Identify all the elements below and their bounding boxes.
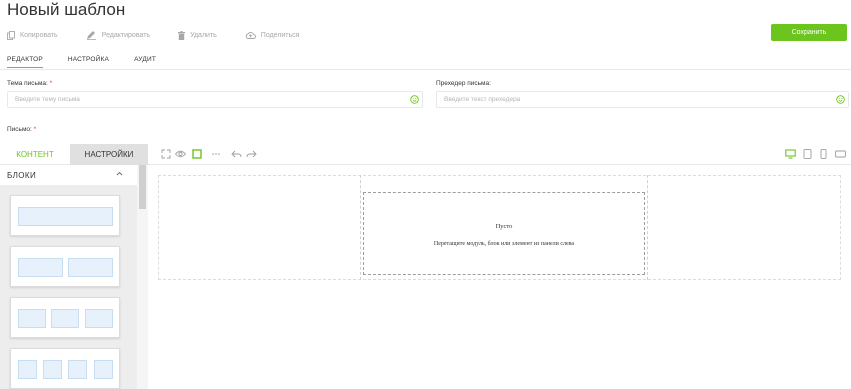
preheader-placeholder: Введите текст прехедера — [444, 96, 521, 103]
smile-icon[interactable] — [410, 95, 419, 104]
block-cell — [18, 309, 46, 328]
undo-icon[interactable] — [231, 149, 242, 159]
editor-toolbar — [148, 144, 851, 165]
subject-label-text: Тема письма: — [7, 80, 48, 87]
block-cell — [85, 309, 113, 328]
page-title: Новый шаблон — [7, 0, 126, 19]
edit-button[interactable]: Редактировать — [86, 30, 150, 40]
tab-content[interactable]: КОНТЕНТ — [0, 144, 70, 165]
block-three-columns[interactable] — [10, 297, 120, 338]
required-mark: * — [49, 80, 53, 87]
edit-label: Редактировать — [101, 31, 151, 39]
action-toolbar: Копировать Редактировать Удалить Поделит… — [7, 29, 327, 41]
smile-icon[interactable] — [836, 95, 845, 104]
cloud-upload-icon — [245, 32, 256, 39]
block-one-column[interactable] — [10, 195, 120, 236]
blocks-title: БЛОКИ — [7, 170, 37, 180]
empty-hint: Перетащите модуль, блок или элемент из п… — [433, 241, 575, 247]
eye-icon[interactable] — [175, 149, 186, 159]
share-label: Поделиться — [260, 31, 300, 39]
scrollbar[interactable] — [137, 165, 148, 389]
preheader-input[interactable]: Введите текст прехедера — [436, 91, 849, 108]
letter-label-text: Письмо: — [7, 126, 32, 133]
blocks-header[interactable]: БЛОКИ — [0, 165, 137, 185]
tablet-icon[interactable] — [803, 149, 812, 159]
email-canvas: Пусто Перетащите модуль, блок или элемен… — [148, 165, 851, 389]
required-mark: * — [33, 126, 37, 133]
subject-placeholder: Введите тему письма — [15, 96, 80, 103]
copy-icon — [7, 30, 15, 40]
subject-input[interactable]: Введите тему письма — [7, 91, 423, 108]
block-cell — [68, 258, 113, 277]
tabs-divider — [0, 69, 851, 70]
block-two-columns[interactable] — [10, 246, 120, 287]
block-cell — [43, 360, 62, 379]
pencil-icon — [86, 31, 96, 40]
redo-icon[interactable] — [246, 149, 257, 159]
chevron-up-icon[interactable] — [116, 171, 123, 176]
block-cell — [18, 207, 113, 226]
tab-editor[interactable]: РЕДАКТОР — [7, 56, 43, 68]
blocks-panel: БЛОКИ — [0, 165, 148, 389]
tab-panel-settings[interactable]: НАСТРОЙКИ — [70, 144, 148, 165]
trash-icon — [178, 30, 186, 40]
block-cell — [94, 360, 113, 379]
letter-label: Письмо: * — [7, 126, 36, 133]
dots-icon[interactable] — [211, 149, 221, 159]
expand-icon[interactable] — [161, 149, 171, 159]
drop-zone[interactable]: Пусто Перетащите модуль, блок или элемен… — [363, 192, 645, 275]
delete-label: Удалить — [190, 31, 217, 39]
save-button[interactable]: Сохранить — [771, 24, 847, 41]
mobile-icon[interactable] — [820, 149, 827, 159]
square-icon[interactable] — [192, 149, 202, 159]
share-button[interactable]: Поделиться — [245, 31, 300, 39]
main-tabs: РЕДАКТОР НАСТРОЙКА АУДИТ — [7, 56, 181, 68]
block-cell — [18, 258, 63, 277]
copy-label: Копировать — [20, 31, 58, 39]
copy-button[interactable]: Копировать — [7, 30, 58, 40]
tablet-landscape-icon[interactable] — [835, 149, 846, 159]
preheader-label: Прехедер письма: — [436, 80, 491, 87]
block-cell — [51, 309, 79, 328]
block-four-columns[interactable] — [10, 348, 120, 389]
desktop-icon[interactable] — [785, 149, 796, 159]
delete-button[interactable]: Удалить — [178, 30, 217, 40]
scroll-thumb[interactable] — [139, 165, 146, 209]
block-cell — [18, 360, 37, 379]
subject-label: Тема письма: * — [7, 80, 52, 87]
block-cell — [68, 360, 87, 379]
tab-audit[interactable]: АУДИТ — [134, 56, 156, 68]
tab-settings[interactable]: НАСТРОЙКА — [68, 56, 109, 68]
empty-title: Пусто — [495, 223, 513, 230]
panel-tabs: КОНТЕНТ НАСТРОЙКИ — [0, 144, 148, 165]
